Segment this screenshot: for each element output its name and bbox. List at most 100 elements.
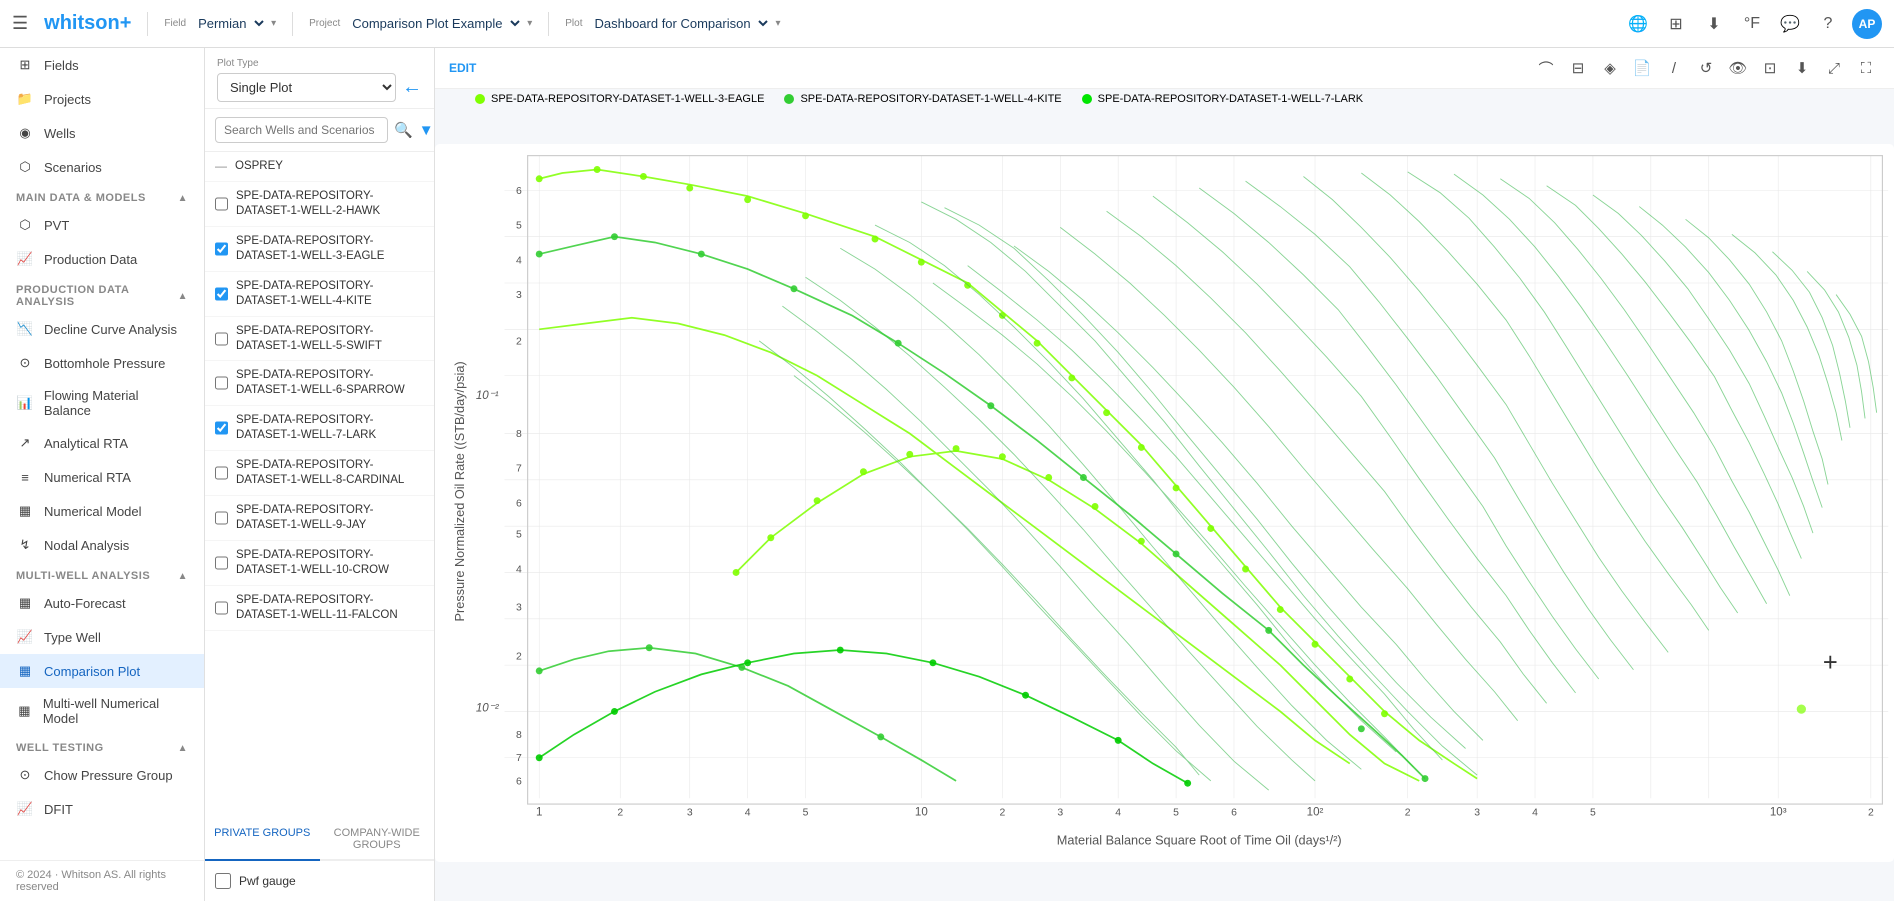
zoom-tool-icon[interactable]: ⤢ — [1820, 54, 1848, 82]
plot-type-select[interactable]: Single Plot — [217, 73, 396, 102]
sidebar-item-analytical-rta[interactable]: ↗ Analytical RTA — [0, 426, 204, 460]
divider2 — [292, 12, 293, 36]
sidebar-item-decline-curve[interactable]: 📉 Decline Curve Analysis — [0, 312, 204, 346]
numerical-rta-icon: ≡ — [16, 468, 34, 486]
svg-text:6: 6 — [516, 498, 522, 509]
section-multi-well[interactable]: Multi-Well Analysis ▲ — [0, 562, 204, 586]
projects-icon: 📁 — [16, 90, 34, 108]
list-item[interactable]: SPE-DATA-REPOSITORY-DATASET-1-WELL-8-CAR… — [205, 451, 434, 496]
well-checkbox[interactable] — [215, 196, 228, 212]
chevron-up-icon4: ▲ — [178, 743, 188, 754]
sidebar-item-comparison-plot[interactable]: ▦ Comparison Plot — [0, 654, 204, 688]
sidebar-item-flowing-material[interactable]: 📊 Flowing Material Balance — [0, 380, 204, 426]
well-checkbox[interactable] — [215, 420, 228, 436]
flowing-material-icon: 📊 — [16, 394, 34, 412]
multiwell-numerical-icon: ▦ — [16, 702, 33, 720]
list-item[interactable]: SPE-DATA-REPOSITORY-DATASET-1-WELL-9-JAY — [205, 496, 434, 541]
field-select[interactable]: Permian — [190, 13, 267, 34]
well-checkbox[interactable] — [215, 600, 228, 616]
edit-tool-icon[interactable]: / — [1660, 54, 1688, 82]
tab-private-groups[interactable]: PRIVATE GROUPS — [205, 819, 320, 861]
sidebar-item-production-data[interactable]: 📈 Production Data — [0, 242, 204, 276]
sidebar-item-scenarios[interactable]: ⬡ Scenarios — [0, 150, 204, 184]
eye-off-tool-icon[interactable]: 👁 — [1724, 54, 1752, 82]
groups-tabs: PRIVATE GROUPS COMPANY-WIDE GROUPS — [205, 819, 434, 861]
well-checkbox[interactable] — [215, 555, 228, 571]
expand-tool-icon[interactable]: ⊡ — [1756, 54, 1784, 82]
sidebar-item-type-well[interactable]: 📈 Type Well — [0, 620, 204, 654]
search-icon[interactable]: 🔍 — [394, 121, 413, 139]
chart-svg: Pressure Normalized Oil Rate ((STB/day/p… — [435, 105, 1894, 901]
middle-panel: Plot Type Single Plot ← 🔍 ▼ RESET — OSPR… — [205, 48, 435, 901]
sidebar-item-auto-forecast[interactable]: ▦ Auto-Forecast — [0, 586, 204, 620]
svg-text:2: 2 — [617, 808, 623, 819]
menu-icon[interactable]: ☰ — [12, 13, 28, 34]
section-main-data[interactable]: Main Data & Models ▲ — [0, 184, 204, 208]
list-item[interactable]: SPE-DATA-REPOSITORY-DATASET-1-WELL-3-EAG… — [205, 227, 434, 272]
sidebar-item-bottomhole[interactable]: ⊙ Bottomhole Pressure — [0, 346, 204, 380]
well-checkbox[interactable] — [215, 241, 228, 257]
section-production-analysis[interactable]: Production Data Analysis ▲ — [0, 276, 204, 312]
refresh-tool-icon[interactable]: ↺ — [1692, 54, 1720, 82]
list-item[interactable]: SPE-DATA-REPOSITORY-DATASET-1-WELL-2-HAW… — [205, 182, 434, 227]
plot-select[interactable]: Dashboard for Comparison — [586, 13, 771, 34]
sidebar-item-wells[interactable]: ◉ Wells — [0, 116, 204, 150]
fullscreen-tool-icon[interactable]: ⛶ — [1852, 54, 1880, 82]
well-checkbox[interactable] — [215, 465, 228, 481]
svg-text:7: 7 — [516, 464, 522, 475]
list-item[interactable]: SPE-DATA-REPOSITORY-DATASET-1-WELL-10-CR… — [205, 541, 434, 586]
sidebar-item-pvt[interactable]: ⬡ PVT — [0, 208, 204, 242]
list-item[interactable]: SPE-DATA-REPOSITORY-DATASET-1-WELL-5-SWI… — [205, 317, 434, 362]
well-checkbox[interactable] — [215, 510, 228, 526]
section-well-testing[interactable]: Well Testing ▲ — [0, 734, 204, 758]
sidebar-item-numerical-rta[interactable]: ≡ Numerical RTA — [0, 460, 204, 494]
field-selector[interactable]: Field Permian ▾ — [164, 13, 276, 34]
plot-type-label: Plot Type — [217, 58, 422, 69]
sidebar-item-chow-pressure[interactable]: ⊙ Chow Pressure Group — [0, 758, 204, 792]
avatar[interactable]: AP — [1852, 9, 1882, 39]
sidebar-item-multiwell-numerical[interactable]: ▦ Multi-well Numerical Model — [0, 688, 204, 734]
chart-svg-container: Pressure Normalized Oil Rate ((STB/day/p… — [435, 105, 1894, 901]
save-tool-icon[interactable]: 📄 — [1628, 54, 1656, 82]
fill-tool-icon[interactable]: ◈ — [1596, 54, 1624, 82]
list-item[interactable]: — OSPREY — [205, 152, 434, 182]
list-item[interactable]: SPE-DATA-REPOSITORY-DATASET-1-WELL-7-LAR… — [205, 406, 434, 451]
table-tool-icon[interactable]: ⊟ — [1564, 54, 1592, 82]
chevron-up-icon3: ▲ — [178, 571, 188, 582]
download-tool-icon[interactable]: ⬇ — [1788, 54, 1816, 82]
project-select[interactable]: Comparison Plot Example — [344, 13, 523, 34]
list-item[interactable]: SPE-DATA-REPOSITORY-DATASET-1-WELL-11-FA… — [205, 586, 434, 631]
chat-icon[interactable]: 💬 — [1776, 10, 1804, 38]
edit-button[interactable]: EDIT — [449, 61, 476, 75]
well-name: SPE-DATA-REPOSITORY-DATASET-1-WELL-11-FA… — [236, 593, 424, 623]
temperature-icon[interactable]: °F — [1738, 10, 1766, 38]
group-checkbox[interactable] — [215, 873, 231, 889]
well-checkbox[interactable] — [215, 331, 228, 347]
grid-icon[interactable]: ⊞ — [1662, 10, 1690, 38]
list-item[interactable]: SPE-DATA-REPOSITORY-DATASET-1-WELL-6-SPA… — [205, 361, 434, 406]
curve-tool-icon[interactable]: ⌒ — [1532, 54, 1560, 82]
download-icon[interactable]: ⬇ — [1700, 10, 1728, 38]
list-item[interactable]: SPE-DATA-REPOSITORY-DATASET-1-WELL-4-KIT… — [205, 272, 434, 317]
plot-selector[interactable]: Plot Dashboard for Comparison ▾ — [565, 13, 780, 34]
project-selector[interactable]: Project Comparison Plot Example ▾ — [309, 13, 532, 34]
filter-icon[interactable]: ▼ — [419, 122, 434, 139]
well-checkbox[interactable] — [215, 286, 228, 302]
globe-icon[interactable]: 🌐 — [1624, 10, 1652, 38]
well-checkbox[interactable] — [215, 375, 228, 391]
well-name: SPE-DATA-REPOSITORY-DATASET-1-WELL-7-LAR… — [236, 413, 424, 443]
list-item[interactable]: Pwf gauge — [205, 867, 434, 895]
tab-company-groups[interactable]: COMPANY-WIDE GROUPS — [320, 819, 435, 861]
svg-text:5: 5 — [516, 530, 522, 541]
sidebar-item-numerical-model[interactable]: ▦ Numerical Model — [0, 494, 204, 528]
sidebar-item-fields[interactable]: ⊞ Fields — [0, 48, 204, 82]
sidebar-item-nodal-analysis[interactable]: ↯ Nodal Analysis — [0, 528, 204, 562]
well-name: SPE-DATA-REPOSITORY-DATASET-1-WELL-4-KIT… — [236, 279, 424, 309]
search-input[interactable] — [215, 117, 388, 143]
sidebar-item-dfit[interactable]: 📈 DFIT — [0, 792, 204, 826]
back-button[interactable]: ← — [402, 76, 422, 99]
help-icon[interactable]: ? — [1814, 10, 1842, 38]
chart-legend: SPE-DATA-REPOSITORY-DATASET-1-WELL-3-EAG… — [435, 89, 1894, 105]
sidebar-item-projects[interactable]: 📁 Projects — [0, 82, 204, 116]
crosshair-icon: + — [1823, 649, 1838, 677]
